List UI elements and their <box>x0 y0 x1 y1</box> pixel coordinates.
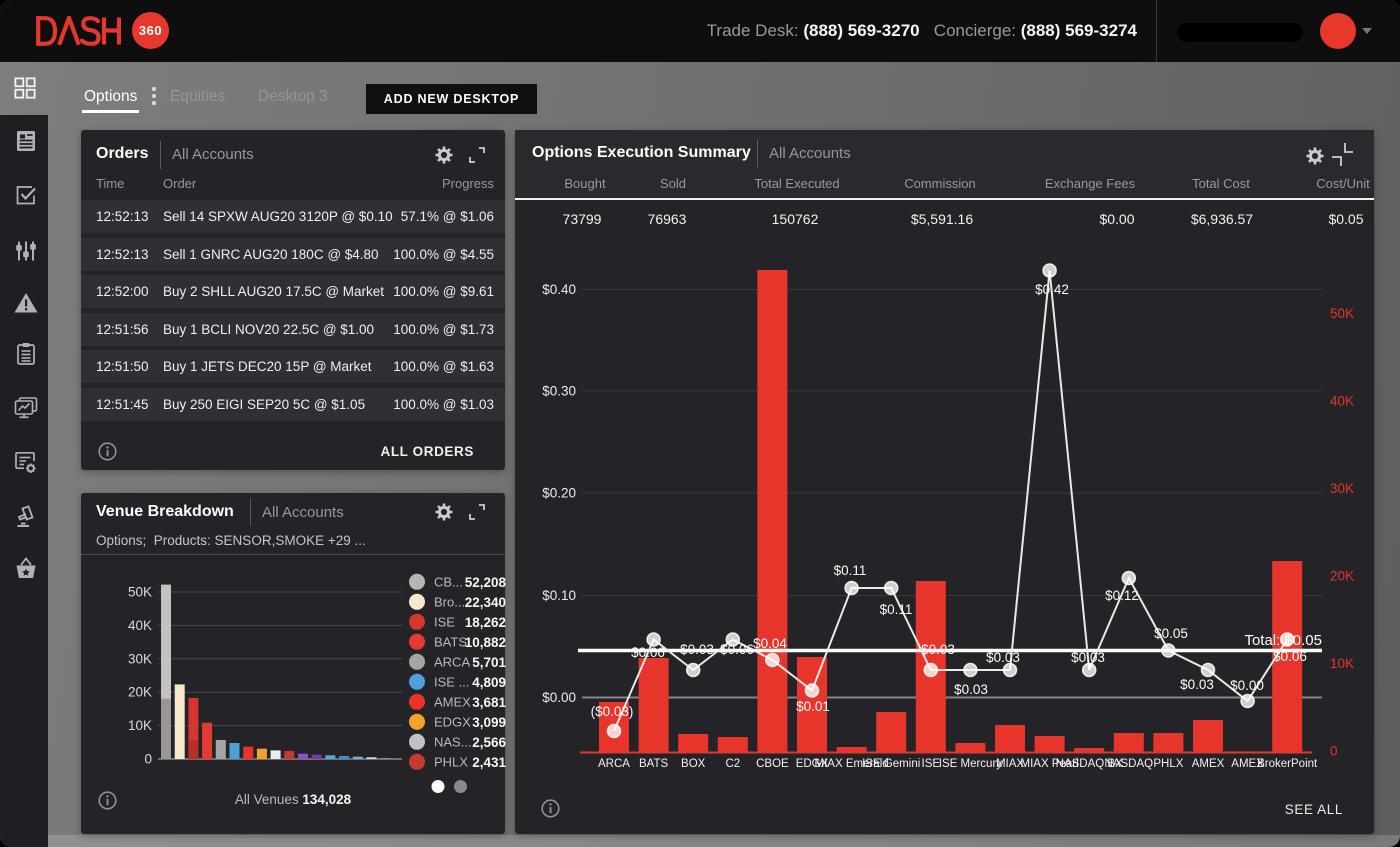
svg-text:NAS...: NAS... <box>434 735 472 750</box>
svg-text:2,431: 2,431 <box>472 755 506 770</box>
svg-text:NASDAQ: NASDAQ <box>1105 758 1154 770</box>
svg-text:30K: 30K <box>128 651 152 666</box>
svg-text:$0.30: $0.30 <box>542 384 576 399</box>
svg-text:$0.42: $0.42 <box>1035 282 1069 297</box>
svg-text:$0.05: $0.05 <box>1154 626 1188 641</box>
svg-text:AMEX: AMEX <box>1192 758 1225 770</box>
svg-text:$0.03: $0.03 <box>1071 650 1105 665</box>
svg-text:C2: C2 <box>725 758 740 770</box>
svg-text:CB...: CB... <box>434 575 463 590</box>
svg-text:$0.11: $0.11 <box>880 602 913 617</box>
svg-text:3,099: 3,099 <box>472 715 506 730</box>
svg-text:CBOE: CBOE <box>756 758 789 770</box>
svg-text:$0.40: $0.40 <box>542 282 576 297</box>
svg-text:$0.04: $0.04 <box>753 636 787 651</box>
svg-text:10K: 10K <box>128 718 152 733</box>
svg-text:BOX: BOX <box>681 758 706 770</box>
svg-text:ISE Gemini: ISE Gemini <box>862 758 920 770</box>
svg-text:PHLX: PHLX <box>1153 758 1183 770</box>
svg-text:Bro...: Bro... <box>434 595 465 610</box>
svg-text:($0.03): ($0.03) <box>591 704 634 719</box>
svg-text:ISE ...: ISE ... <box>434 675 469 690</box>
svg-text:50K: 50K <box>1330 306 1354 321</box>
svg-text:$0.06: $0.06 <box>631 645 665 660</box>
svg-text:$0.11: $0.11 <box>834 563 867 578</box>
svg-text:BrokerPoint: BrokerPoint <box>1257 758 1318 770</box>
svg-text:2,566: 2,566 <box>472 735 506 750</box>
svg-text:40K: 40K <box>128 618 152 633</box>
svg-text:$0.06: $0.06 <box>1273 649 1307 664</box>
svg-text:30K: 30K <box>1330 481 1354 496</box>
svg-text:PHLX: PHLX <box>434 755 468 770</box>
svg-text:ISE: ISE <box>922 758 941 770</box>
svg-text:22,340: 22,340 <box>465 595 506 610</box>
svg-text:10,882: 10,882 <box>465 635 506 650</box>
svg-text:20K: 20K <box>1330 569 1354 584</box>
svg-text:$0.03: $0.03 <box>954 682 988 697</box>
svg-text:EDGX: EDGX <box>434 715 471 730</box>
svg-text:$0.00: $0.00 <box>1230 678 1264 693</box>
svg-text:BATS: BATS <box>434 635 467 650</box>
svg-text:$0.03: $0.03 <box>921 642 955 657</box>
svg-text:$0.10: $0.10 <box>542 588 576 603</box>
svg-text:20K: 20K <box>128 685 152 700</box>
svg-text:AMEX: AMEX <box>434 695 471 710</box>
svg-text:$0.01: $0.01 <box>796 699 830 714</box>
svg-text:$0.03: $0.03 <box>986 650 1020 665</box>
svg-text:ISE Mercury: ISE Mercury <box>939 758 1003 770</box>
svg-text:$0.12: $0.12 <box>1105 588 1139 603</box>
svg-text:3,681: 3,681 <box>472 695 506 710</box>
svg-text:10K: 10K <box>1330 656 1354 671</box>
svg-text:ARCA: ARCA <box>598 758 630 770</box>
svg-text:5,701: 5,701 <box>472 655 506 670</box>
svg-text:Total: $0.05: Total: $0.05 <box>1244 632 1322 649</box>
svg-text:0: 0 <box>1330 744 1338 759</box>
svg-text:52,208: 52,208 <box>465 575 507 590</box>
svg-text:50K: 50K <box>128 585 152 600</box>
svg-text:4,809: 4,809 <box>472 675 506 690</box>
svg-text:$0.00: $0.00 <box>542 690 576 705</box>
svg-text:$0.03: $0.03 <box>1180 677 1214 692</box>
svg-text:40K: 40K <box>1330 394 1354 409</box>
svg-text:$0.03: $0.03 <box>680 642 714 657</box>
svg-text:0: 0 <box>144 752 152 767</box>
svg-text:$0.06: $0.06 <box>720 642 754 657</box>
svg-text:ARCA: ARCA <box>434 655 470 670</box>
svg-text:18,262: 18,262 <box>465 615 506 630</box>
svg-text:ISE: ISE <box>434 615 455 630</box>
svg-text:$0.20: $0.20 <box>542 486 576 501</box>
svg-text:BATS: BATS <box>639 758 669 770</box>
